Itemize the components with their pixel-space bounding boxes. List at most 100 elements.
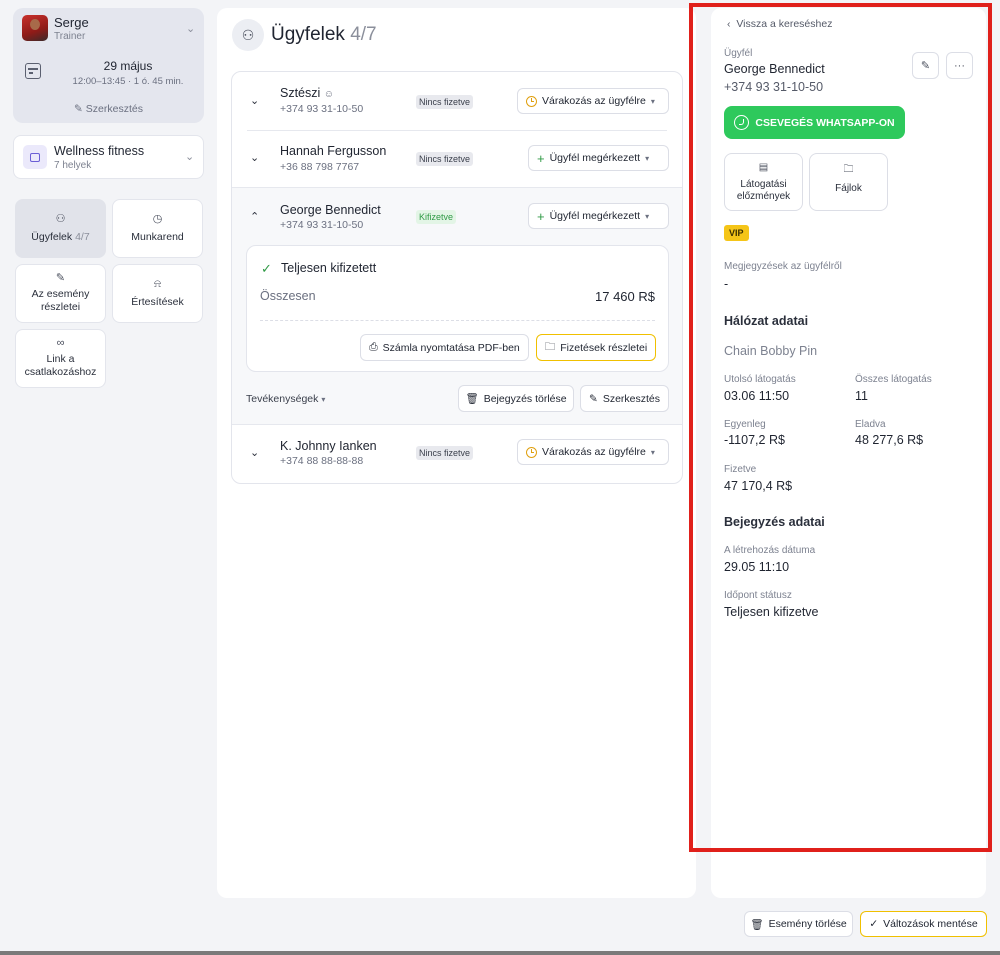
status-dropdown[interactable]: Várakozás az ügyfélre ▾ xyxy=(517,88,669,114)
delete-entry-button[interactable]: 🗑 Bejegyzés törlése xyxy=(458,385,574,412)
nav-notifications[interactable]: ⍾ Értesítések xyxy=(112,264,203,323)
print-invoice-button[interactable]: ⎙ Számla nyomtatása PDF-ben xyxy=(360,334,529,361)
save-changes-button[interactable]: ✓ Változások mentése xyxy=(860,911,987,937)
client-phone: +374 93 31-10-50 xyxy=(280,103,364,115)
page-title-text: Ügyfelek xyxy=(271,24,345,45)
last-visit-value: 03.06 11:50 xyxy=(724,389,790,403)
client-phone: +374 93 31-10-50 xyxy=(724,80,824,94)
dashed-divider xyxy=(260,320,655,321)
nav-event-details-label: Az esemény részletei xyxy=(31,288,90,313)
check-icon: ✓ xyxy=(869,918,879,930)
vip-badge: VIP xyxy=(724,225,749,241)
client-detail-panel: ‹ Vissza a kereséshez Ügyfél George Benn… xyxy=(711,8,986,898)
visit-history-tile[interactable]: ▤ Látogatási előzmények xyxy=(724,153,803,211)
clock-icon xyxy=(526,446,537,458)
client-name: Sztészi xyxy=(280,86,321,100)
client-row[interactable]: ⌄ Sztészi ☺ +374 93 31-10-50 Nincs fizet… xyxy=(232,72,682,130)
more-options-button[interactable]: ··· xyxy=(946,52,973,79)
nav-clients[interactable]: ⚇ Ügyfelek 4/7 xyxy=(15,199,106,258)
nav-event-details[interactable]: ✎ Az esemény részletei xyxy=(15,264,106,323)
payment-badge: Kifizetve xyxy=(416,210,457,224)
edit-entry-button[interactable]: ✎ Szerkesztés xyxy=(580,385,669,412)
edit-note-icon: ✎ xyxy=(55,272,66,284)
calendar-icon xyxy=(25,63,41,79)
client-phone: +374 93 31-10-50 xyxy=(280,219,364,231)
trainer-card[interactable]: Serge Trainer ⌄ 29 május 12:00–13:45 · 1… xyxy=(13,8,204,123)
back-to-search-label: Vissza a kereséshez xyxy=(736,18,833,30)
chevron-down-icon: ▾ xyxy=(650,447,655,457)
status-dropdown[interactable]: Várakozás az ügyfélre ▾ xyxy=(517,439,669,465)
chevron-up-icon[interactable]: ⌄ xyxy=(250,209,259,222)
client-phone: +374 88 88-88-88 xyxy=(280,455,364,467)
delete-event-button[interactable]: 🗑 Esemény törlése xyxy=(744,911,853,937)
pencil-icon: ✎ xyxy=(74,103,83,115)
total-label: Összesen xyxy=(260,289,316,303)
notes-value: - xyxy=(724,277,729,291)
folder-icon: 🗀 xyxy=(544,340,556,353)
nav-schedule[interactable]: ◷ Munkarend xyxy=(112,199,203,258)
chevron-down-icon: ▾ xyxy=(650,96,655,106)
clients-list: ⌄ Sztészi ☺ +374 93 31-10-50 Nincs fizet… xyxy=(231,71,683,484)
status-dropdown[interactable]: + Ügyfél megérkezett ▾ xyxy=(528,203,669,229)
nav-join-link[interactable]: ∞ Link a csatlakozáshoz xyxy=(15,329,106,388)
more-icon: ··· xyxy=(954,59,965,72)
whatsapp-icon xyxy=(734,115,750,130)
status-label: Ügyfél megérkezett xyxy=(549,210,641,222)
edit-client-button[interactable]: ✎ xyxy=(912,52,939,79)
client-name: George Bennedict xyxy=(280,203,381,217)
venue-name: Wellness fitness xyxy=(54,144,145,158)
whatsapp-label: CSEVEGÉS WHATSAPP-ON xyxy=(755,116,895,129)
people-icon: ⚇ xyxy=(55,213,66,225)
page-title: Ügyfelek 4/7 xyxy=(271,24,377,46)
total-visits-label: Összes látogatás xyxy=(855,374,932,385)
activities-toggle[interactable]: Tevékenységek ▾ xyxy=(246,393,325,405)
link-icon: ∞ xyxy=(56,337,65,349)
event-date: 29 május xyxy=(103,59,153,73)
payment-details-button[interactable]: 🗀 Fizetések részletei xyxy=(536,334,656,361)
whatsapp-chat-button[interactable]: CSEVEGÉS WHATSAPP-ON xyxy=(724,106,905,139)
files-tile[interactable]: 🗀 Fájlok xyxy=(809,153,888,211)
trainer-avatar xyxy=(22,15,48,41)
sold-value: 48 277,6 R$ xyxy=(855,433,924,447)
total-value: 17 460 R$ xyxy=(595,289,655,304)
status-dropdown[interactable]: + Ügyfél megérkezett ▾ xyxy=(528,145,669,171)
nav-join-link-label: Link a csatlakozáshoz xyxy=(24,353,97,378)
print-invoice-label: Számla nyomtatása PDF-ben xyxy=(382,341,520,354)
client-row[interactable]: ⌄ Hannah Fergusson +36 88 798 7767 Nincs… xyxy=(232,130,682,187)
notes-label: Megjegyzések az ügyfélről xyxy=(724,261,842,272)
chevron-down-icon: ▾ xyxy=(645,153,650,163)
venue-places: 7 helyek xyxy=(54,160,92,171)
client-row[interactable]: ⌄ K. Johnny Ianken +374 88 88-88-88 Ninc… xyxy=(232,425,682,483)
client-name: George Bennedict xyxy=(724,62,825,76)
back-to-search-link[interactable]: ‹ Vissza a kereséshez xyxy=(727,18,832,30)
chevron-down-icon: ⌄ xyxy=(185,151,195,163)
appointment-status-label: Időpont státusz xyxy=(724,590,792,601)
status-label: Várakozás az ügyfélre xyxy=(542,446,646,458)
chevron-down-icon[interactable]: ⌄ xyxy=(250,94,259,107)
files-label: Fájlok xyxy=(835,183,862,194)
activities-label: Tevékenységek xyxy=(246,393,319,405)
venue-selector[interactable]: Wellness fitness 7 helyek ⌄ xyxy=(13,135,204,179)
last-visit-label: Utolsó látogatás xyxy=(724,374,796,385)
client-name: Hannah Fergusson xyxy=(280,144,387,158)
chevron-left-icon: ‹ xyxy=(727,18,731,30)
chevron-down-icon[interactable]: ⌄ xyxy=(250,446,259,459)
entry-section-title: Bejegyzés adatai xyxy=(724,515,825,529)
balance-value: -1107,2 R$ xyxy=(724,433,785,447)
visit-history-label: Látogatási előzmények xyxy=(736,179,791,202)
edit-event-link[interactable]: ✎ Szerkesztés xyxy=(13,103,204,115)
trainer-role: Trainer xyxy=(54,31,86,42)
network-name: Chain Bobby Pin xyxy=(724,344,818,358)
chevron-down-icon[interactable]: ⌄ xyxy=(186,22,195,35)
page-title-count: 4/7 xyxy=(350,24,377,45)
clock-icon xyxy=(526,95,537,107)
appointment-status-value: Teljesen kifizetve xyxy=(724,605,819,619)
client-row-expanded: ⌄ George Bennedict +374 93 31-10-50 Kifi… xyxy=(232,187,682,425)
payment-details-label: Fizetések részletei xyxy=(560,341,648,354)
client-phone: +36 88 798 7767 xyxy=(280,161,360,173)
plus-icon: + xyxy=(537,208,545,224)
created-date-value: 29.05 11:10 xyxy=(724,560,790,574)
people-icon: ⚇ xyxy=(232,19,264,51)
chevron-down-icon: ▾ xyxy=(321,395,326,404)
chevron-down-icon[interactable]: ⌄ xyxy=(250,151,259,164)
